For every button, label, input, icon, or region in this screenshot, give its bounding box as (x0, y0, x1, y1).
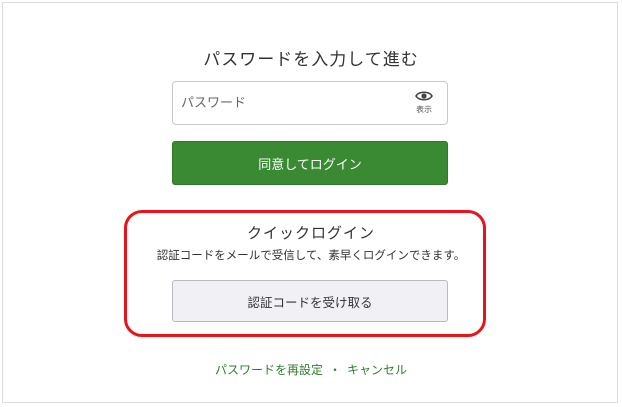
footer-links: パスワードを再設定・キャンセル (0, 361, 622, 378)
reset-password-link[interactable]: パスワードを再設定 (215, 363, 323, 377)
agree-login-button[interactable]: 同意してログイン (172, 141, 448, 185)
page-title: パスワードを入力して進む (203, 50, 419, 70)
password-input[interactable] (181, 82, 401, 124)
password-field-container: 表示 (172, 81, 448, 125)
cancel-link[interactable]: キャンセル (347, 363, 407, 377)
show-password-label: 表示 (416, 105, 432, 114)
show-password-toggle[interactable]: 表示 (409, 88, 439, 120)
eye-icon (415, 91, 433, 101)
link-separator: ・ (328, 363, 341, 377)
receive-code-button[interactable]: 認証コードを受け取る (172, 280, 448, 322)
quick-login-title: クイックログイン (246, 224, 375, 242)
quick-login-description: 認証コードをメールで受信して、素早くログインできます。 (156, 248, 466, 262)
